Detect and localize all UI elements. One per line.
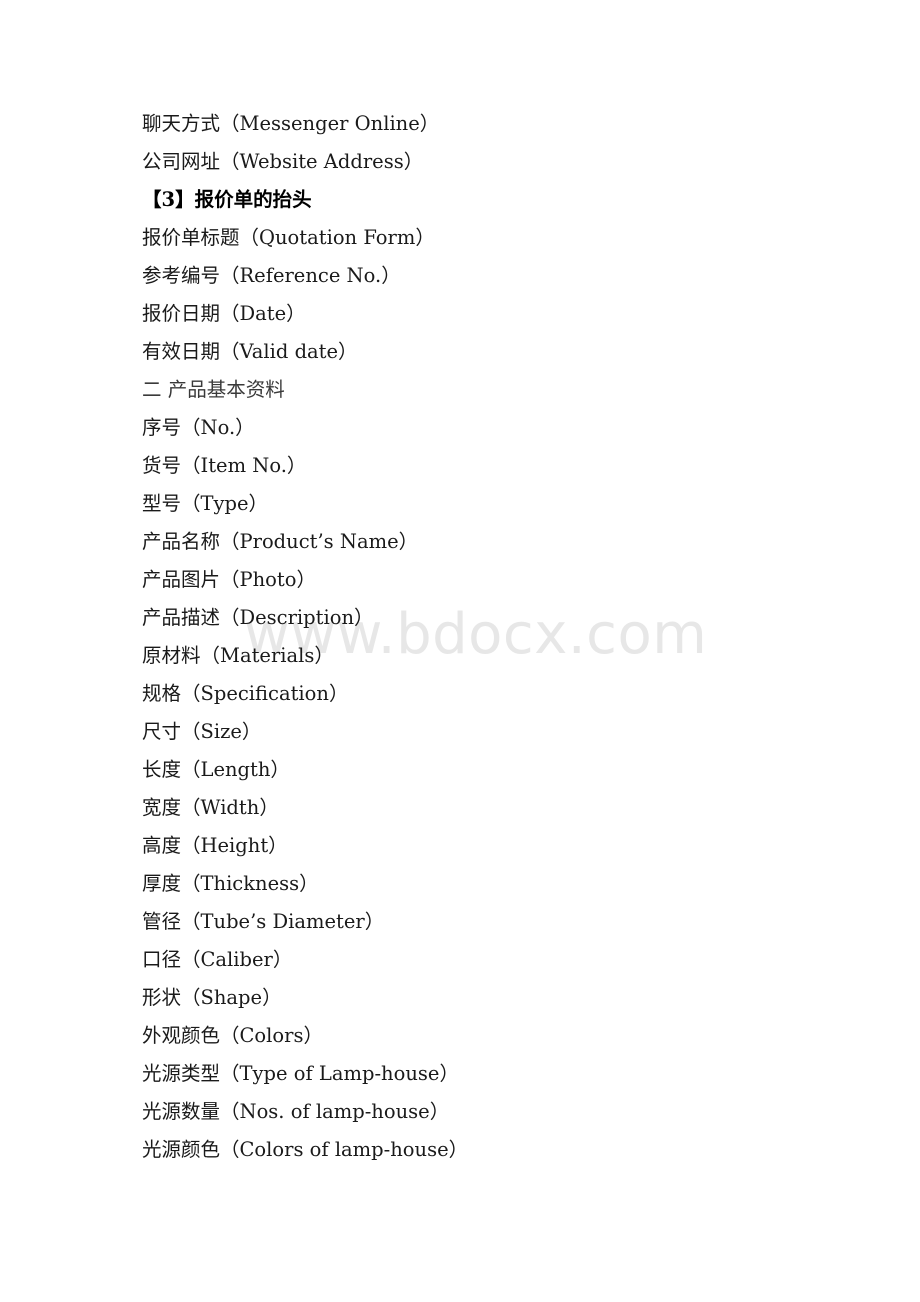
document-line: 光源数量（Nos. of lamp-house） [142, 1100, 450, 1123]
document-line: 产品图片（Photo） [142, 568, 316, 591]
document-line: 规格（Specification） [142, 682, 349, 705]
document-line: 产品名称（Product’s Name） [142, 530, 419, 553]
document-line: 宽度（Width） [142, 796, 279, 819]
document-line: 【3】报价单的抬头 [142, 188, 312, 211]
document-line: 原材料（Materials） [142, 644, 334, 667]
document-line: 序号（No.） [142, 416, 255, 439]
document-line: 货号（Item No.） [142, 454, 307, 477]
document-line: 厚度（Thickness） [142, 872, 319, 895]
document-line: 光源颜色（Colors of lamp-house） [142, 1138, 469, 1161]
document-line: 外观颜色（Colors） [142, 1024, 323, 1047]
document-line: 有效日期（Valid date） [142, 340, 358, 363]
document-line: 长度（Length） [142, 758, 290, 781]
document-line: 报价单标题（Quotation Form） [142, 226, 435, 249]
document-line: 管径（Tube’s Diameter） [142, 910, 385, 933]
document-line: 公司网址（Website Address） [142, 150, 424, 173]
document-line: 产品描述（Description） [142, 606, 374, 629]
document-line: 报价日期（Date） [142, 302, 306, 325]
document-line: 形状（Shape） [142, 986, 282, 1009]
document-line: 光源类型（Type of Lamp-house） [142, 1062, 459, 1085]
document-line: 聊天方式（Messenger Online） [142, 112, 440, 135]
document-line: 高度（Height） [142, 834, 288, 857]
document-line: 尺寸（Size） [142, 720, 262, 743]
document-line: 参考编号（Reference No.） [142, 264, 401, 287]
document-line: 型号（Type） [142, 492, 269, 515]
document-line: 口径（Caliber） [142, 948, 293, 971]
document-line: 二 产品基本资料 [142, 378, 285, 401]
document-text-body: 聊天方式（Messenger Online） 公司网址（Website Addre… [0, 0, 920, 1169]
document-page: www.bdocx.com 聊天方式（Messenger Online） 公司网址… [0, 0, 920, 1302]
